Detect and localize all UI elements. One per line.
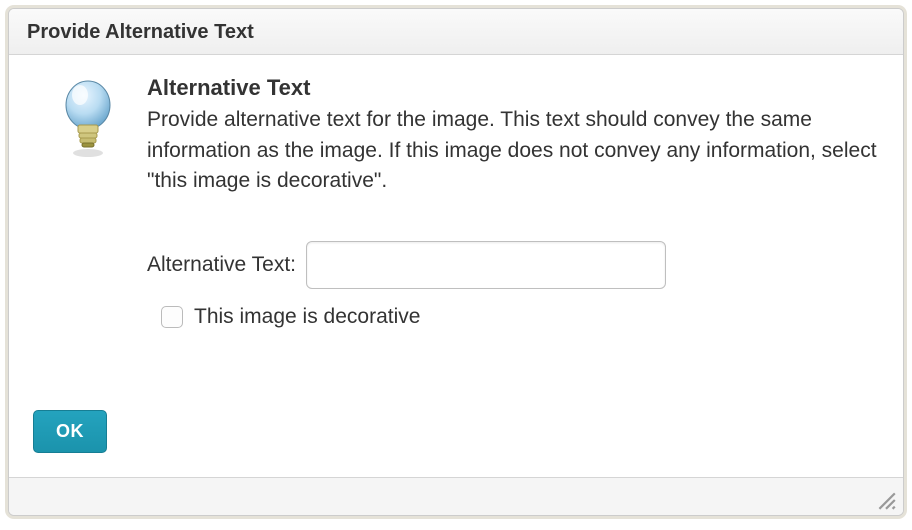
alt-text-input[interactable] bbox=[306, 241, 666, 289]
decorative-checkbox[interactable] bbox=[161, 306, 183, 328]
text-column: Alternative Text Provide alternative tex… bbox=[143, 75, 879, 331]
dialog-body: Alternative Text Provide alternative tex… bbox=[9, 55, 903, 477]
lightbulb-icon bbox=[58, 79, 118, 159]
section-heading: Alternative Text bbox=[147, 75, 879, 101]
decorative-label: This image is decorative bbox=[194, 305, 420, 329]
alt-text-label: Alternative Text: bbox=[147, 253, 296, 277]
hint-icon-container bbox=[33, 75, 143, 159]
ok-button[interactable]: OK bbox=[33, 410, 107, 453]
decorative-row: This image is decorative bbox=[147, 303, 879, 331]
dialog-footer bbox=[9, 477, 903, 515]
content-row: Alternative Text Provide alternative tex… bbox=[33, 75, 879, 331]
alt-text-dialog: Provide Alternative Text bbox=[8, 8, 904, 516]
dialog-title: Provide Alternative Text bbox=[27, 21, 885, 44]
alt-text-row: Alternative Text: bbox=[147, 241, 879, 289]
resize-grip-icon[interactable] bbox=[875, 489, 897, 511]
section-description: Provide alternative text for the image. … bbox=[147, 105, 879, 196]
dialog-header: Provide Alternative Text bbox=[9, 9, 903, 55]
button-row: OK bbox=[33, 382, 879, 453]
